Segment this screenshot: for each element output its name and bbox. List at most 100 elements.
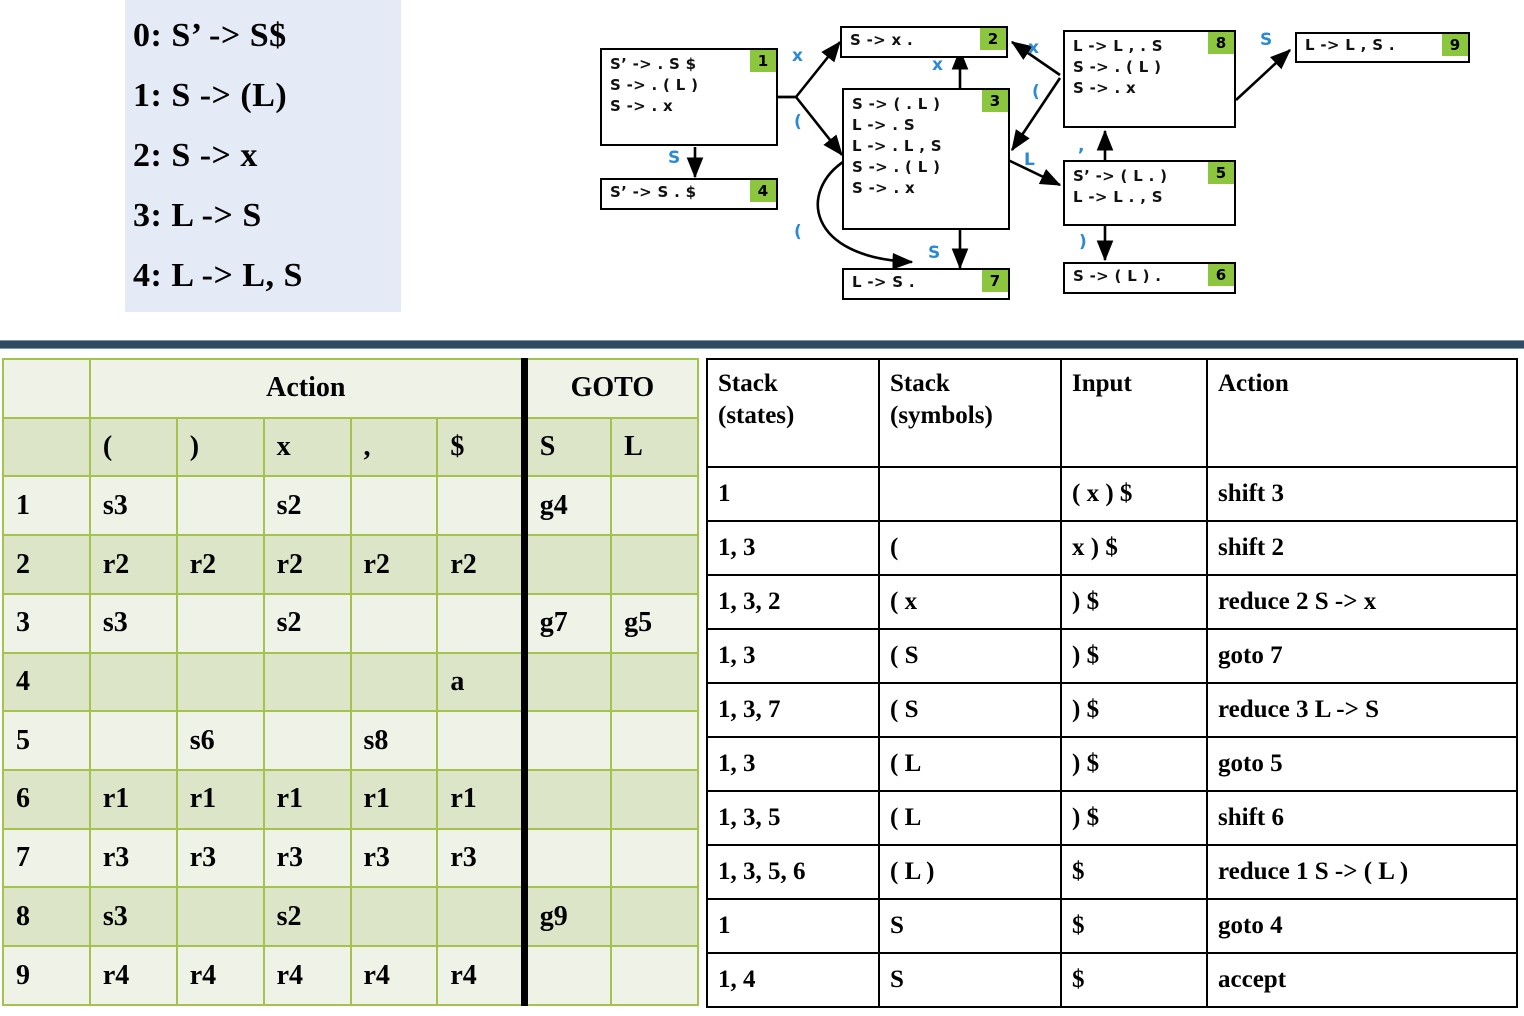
cell-goto[interactable] [520,945,613,1006]
trace-cell-input: ) $ [1060,790,1208,846]
cell-action[interactable]: r3 [175,827,265,889]
col-header-L: L [610,416,699,478]
cell-action[interactable] [262,710,352,772]
cell-action[interactable]: r4 [349,945,439,1006]
cell-action[interactable]: s3 [88,886,178,948]
cell-action[interactable] [262,651,352,713]
trace-row: 1 S $ goto 4 [706,898,1518,954]
table-row: 8 s3 s2 g9 [2,886,699,948]
state-number-badge: 7 [982,270,1008,292]
trace-cell-input: x ) $ [1060,520,1208,576]
cell-action[interactable] [88,651,178,713]
edge-label-1-2-x: x [792,46,803,66]
state-box-6[interactable]: 6 S -> ( L ) . [1063,262,1236,294]
state-box-8[interactable]: 8 L -> L , . S S -> . ( L ) S -> . x [1063,30,1236,128]
cell-action[interactable]: r2 [175,534,265,595]
cell-goto[interactable] [520,769,613,830]
trace-cell-states: 1, 3 [706,736,880,792]
cell-goto[interactable] [610,886,699,948]
cell-action[interactable] [175,886,265,948]
state-box-9[interactable]: 9 L -> L , S . [1295,32,1470,63]
cell-goto[interactable] [520,651,613,713]
trace-row: 1, 3 ( L ) $ goto 5 [706,736,1518,792]
trace-header-line2: (symbols) [890,402,993,429]
cell-action[interactable]: r1 [175,769,265,830]
trace-cell-symbols: S [878,952,1062,1008]
cell-action[interactable]: s8 [349,710,439,772]
cell-action[interactable]: s6 [175,710,265,772]
cell-goto[interactable] [610,827,699,889]
state-box-7[interactable]: 7 L -> S . [842,268,1010,300]
cell-action[interactable]: r4 [262,945,352,1006]
cell-action[interactable]: s2 [262,592,352,654]
cell-action[interactable]: r4 [88,945,178,1006]
cell-action[interactable]: r1 [349,769,439,830]
trace-header-line1: Action [1218,370,1289,397]
cell-action[interactable] [175,592,265,654]
cell-goto[interactable]: g7 [520,592,613,654]
cell-goto[interactable] [610,475,699,537]
cell-action[interactable] [436,886,526,948]
cell-goto[interactable]: g5 [610,592,699,654]
cell-action[interactable]: r2 [436,534,526,595]
cell-goto[interactable] [520,710,613,772]
cell-action[interactable]: r4 [436,945,526,1006]
trace-cell-states: 1, 3, 5, 6 [706,844,880,900]
cell-action[interactable] [436,475,526,537]
trace-cell-action: shift 3 [1206,466,1518,522]
cell-action[interactable]: s3 [88,475,178,537]
cell-action[interactable]: r4 [175,945,265,1006]
cell-action[interactable] [349,592,439,654]
trace-cell-action: accept [1206,952,1518,1008]
cell-goto[interactable] [520,827,613,889]
cell-action[interactable] [175,651,265,713]
row-state: 1 [2,475,91,537]
state-number-badge: 2 [980,28,1006,50]
corner-cell [2,358,91,419]
state-box-5[interactable]: 5 S’ -> ( L . ) L -> L . , S [1063,160,1236,226]
trace-cell-input: ) $ [1060,682,1208,738]
cell-action[interactable]: r3 [262,827,352,889]
cell-action[interactable] [88,710,178,772]
state-box-1[interactable]: 1 S’ -> . S $ S -> . ( L ) S -> . x [600,48,778,146]
cell-action[interactable]: r2 [262,534,352,595]
cell-goto[interactable] [610,534,699,595]
cell-goto[interactable]: g4 [520,475,613,537]
trace-header-row: Stack (states) Stack (symbols) Input Act… [706,358,1518,468]
cell-action[interactable]: r2 [88,534,178,595]
cell-action[interactable]: s2 [262,886,352,948]
row-state: 9 [2,945,91,1006]
cell-goto[interactable] [610,945,699,1006]
trace-cell-states: 1 [706,466,880,522]
lr-parse-table: Action GOTO ( ) x , $ S L 1 s3 s2 g4 2 r… [2,358,699,1006]
table-row: 2 r2 r2 r2 r2 r2 [2,534,699,595]
state-box-4[interactable]: 4 S’ -> S . $ [600,178,778,210]
cell-action[interactable]: r3 [349,827,439,889]
state-box-3[interactable]: 3 S -> ( . L ) L -> . S L -> . L , S S -… [842,88,1010,230]
cell-action[interactable] [436,710,526,772]
trace-header-stack-symbols: Stack (symbols) [878,358,1062,468]
cell-goto[interactable] [610,710,699,772]
cell-goto[interactable] [610,769,699,830]
cell-action[interactable]: r1 [436,769,526,830]
trace-cell-input: $ [1060,898,1208,954]
state-box-2[interactable]: 2 S -> x . [840,26,1008,58]
cell-action[interactable]: r1 [262,769,352,830]
cell-action[interactable]: s3 [88,592,178,654]
cell-action[interactable]: a [436,651,526,713]
cell-action[interactable] [175,475,265,537]
cell-action[interactable] [349,886,439,948]
cell-action[interactable]: r2 [349,534,439,595]
cell-goto[interactable]: g9 [520,886,613,948]
cell-action[interactable]: r3 [88,827,178,889]
cell-action[interactable]: r1 [88,769,178,830]
cell-action[interactable] [349,475,439,537]
cell-action[interactable]: r3 [436,827,526,889]
cell-goto[interactable] [610,651,699,713]
cell-action[interactable]: s2 [262,475,352,537]
trace-header-input: Input [1060,358,1208,468]
cell-goto[interactable] [520,534,613,595]
lr-item: L -> S . [852,273,915,291]
cell-action[interactable] [349,651,439,713]
cell-action[interactable] [436,592,526,654]
